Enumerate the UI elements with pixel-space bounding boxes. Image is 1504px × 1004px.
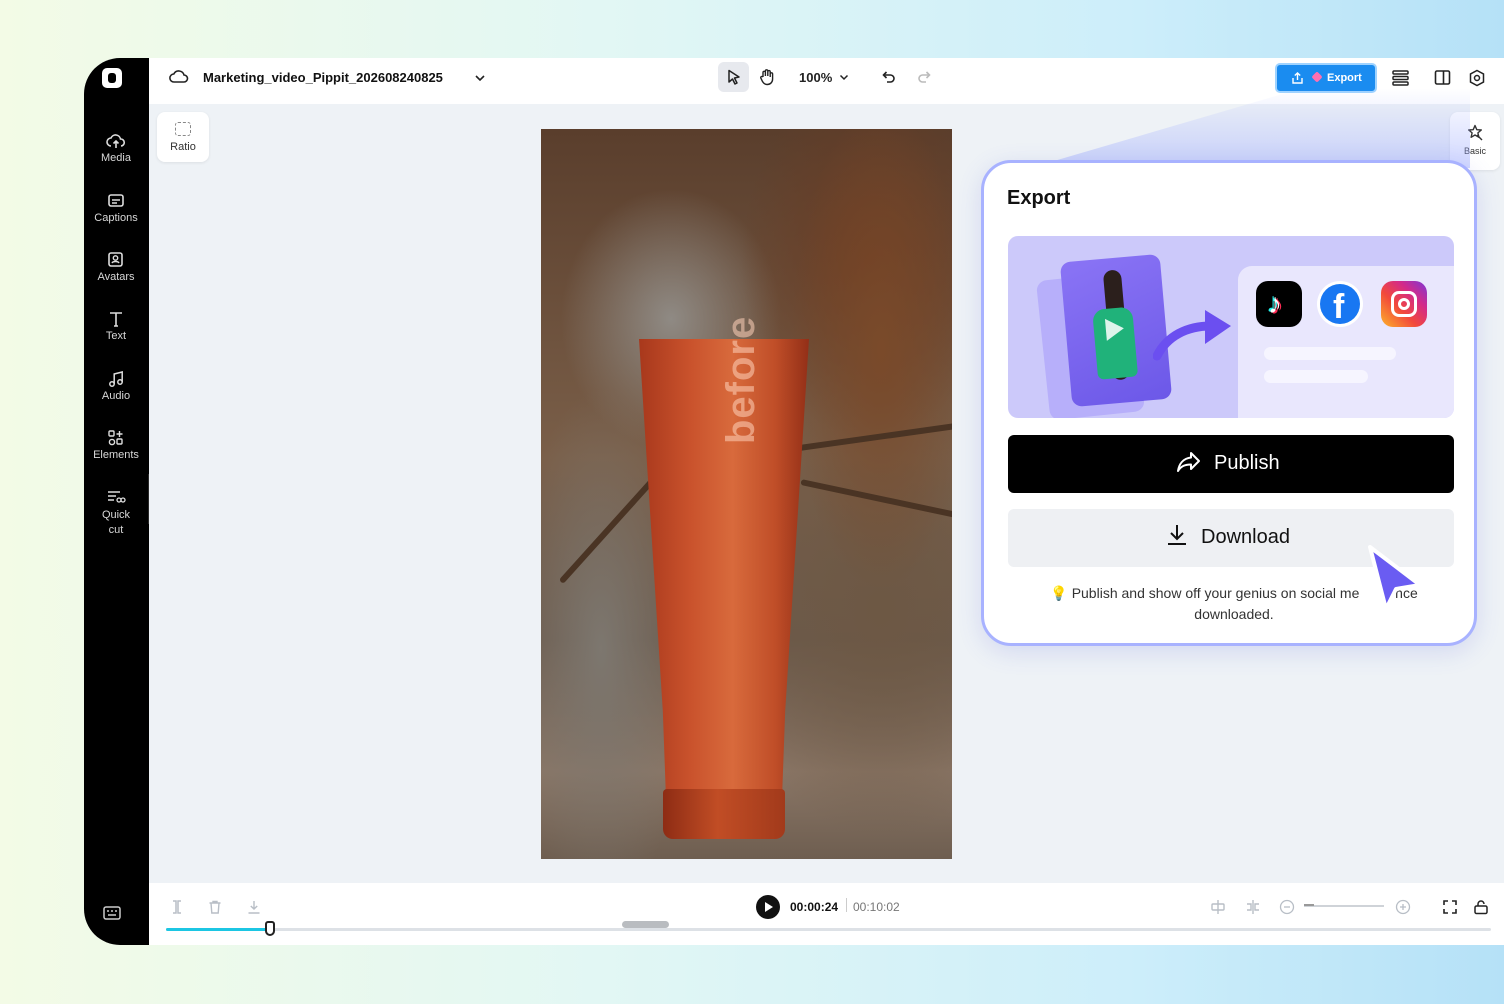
- current-time: 00:00:24: [790, 900, 839, 914]
- chevron-down-icon[interactable]: [474, 71, 486, 89]
- instagram-icon: [1381, 281, 1427, 327]
- playhead-handle[interactable]: [265, 921, 275, 936]
- playback-progress: [166, 928, 270, 931]
- play-button[interactable]: [756, 895, 780, 919]
- arrow-icon: [1153, 310, 1231, 361]
- elements-icon: [108, 430, 123, 446]
- illustration-line: [1264, 347, 1396, 360]
- zoom-out-icon[interactable]: [1279, 899, 1295, 920]
- avatar-icon: [108, 252, 123, 267]
- publish-button[interactable]: Publish: [1008, 435, 1454, 493]
- sidebar-item-label: Avatars: [97, 271, 135, 283]
- chevron-down-icon: [839, 74, 848, 81]
- split-track-icon[interactable]: [1244, 899, 1262, 920]
- download-label: Download: [1201, 526, 1290, 548]
- export-panel-title: Export: [1007, 187, 1071, 209]
- sidebar-item-label: Media: [101, 152, 131, 164]
- share-arrow-icon: [1177, 452, 1200, 472]
- sidebar-item-audio[interactable]: Audio: [88, 370, 144, 402]
- sidebar-item-avatars[interactable]: Avatars: [88, 251, 144, 283]
- hint-text-line2: downloaded.: [1194, 606, 1274, 622]
- split-view-icon[interactable]: [1434, 69, 1451, 91]
- split-clip-icon[interactable]: [169, 899, 185, 920]
- sidebar-item-label: Quick: [101, 509, 131, 521]
- delete-icon[interactable]: [207, 899, 223, 920]
- tiktok-icon: ♪: [1256, 281, 1302, 327]
- settings-icon[interactable]: [1468, 69, 1486, 92]
- music-note-icon: [109, 371, 123, 387]
- timeline-bar: 00:00:24 00:10:02: [149, 883, 1504, 945]
- sidebar-item-label: cut: [108, 524, 124, 536]
- sidebar-item-quick-cut[interactable]: Quick cut: [88, 488, 144, 538]
- captions-icon: [108, 194, 124, 207]
- keyboard-icon[interactable]: [103, 906, 121, 925]
- facebook-icon: f: [1317, 281, 1363, 327]
- product-tube-cap: [663, 789, 785, 839]
- quick-cut-icon: [108, 491, 126, 503]
- pointer-icon: [728, 69, 740, 85]
- sidebar-item-elements[interactable]: Elements: [88, 429, 144, 461]
- sidebar-item-captions[interactable]: Captions: [88, 192, 144, 224]
- export-icon: [1292, 72, 1303, 84]
- play-icon: [1104, 317, 1125, 341]
- snap-icon[interactable]: [1209, 899, 1227, 920]
- export-label: Export: [1327, 72, 1362, 84]
- ratio-icon: [175, 122, 191, 136]
- sidebar-item-label: Captions: [94, 212, 138, 224]
- illustration-line: [1264, 370, 1368, 383]
- time-divider: [846, 898, 847, 912]
- lock-icon[interactable]: [1473, 899, 1489, 920]
- cloud-sync-icon: [169, 69, 189, 90]
- app-logo[interactable]: [102, 68, 122, 88]
- sidebar-item-media[interactable]: Media: [88, 132, 144, 164]
- total-time: 00:10:02: [853, 900, 900, 914]
- tube-brand-text: before: [719, 315, 763, 444]
- premium-gem-icon: [1311, 71, 1323, 83]
- video-preview[interactable]: before: [541, 129, 952, 859]
- sidebar-item-text[interactable]: Text: [88, 310, 144, 342]
- sidebar-item-label: Text: [105, 330, 127, 342]
- redo-icon[interactable]: [917, 69, 933, 90]
- timeline-zoom-fill: [1304, 904, 1314, 906]
- sidebar-item-label: Elements: [93, 449, 139, 461]
- lightbulb-icon: 💡: [1050, 585, 1068, 601]
- zoom-value: 100%: [799, 70, 833, 85]
- hint-text: Publish and show off your genius on soci…: [1071, 585, 1360, 601]
- project-title[interactable]: Marketing_video_Pippit_202608240825: [203, 70, 443, 85]
- hand-tool-icon[interactable]: [758, 68, 776, 91]
- zoom-level[interactable]: 100%: [799, 70, 849, 85]
- cloud-upload-icon: [106, 134, 126, 148]
- timeline-resize-grip[interactable]: [622, 921, 669, 928]
- text-icon: [110, 312, 122, 327]
- ratio-button[interactable]: Ratio: [157, 112, 209, 162]
- download-icon: [1168, 525, 1186, 545]
- mouse-cursor-icon: [1368, 545, 1422, 611]
- ratio-label: Ratio: [170, 141, 196, 153]
- publish-label: Publish: [1214, 452, 1280, 474]
- fullscreen-icon[interactable]: [1442, 899, 1458, 920]
- zoom-in-icon[interactable]: [1395, 899, 1411, 920]
- playback-scrubber[interactable]: [166, 928, 1491, 931]
- undo-icon[interactable]: [880, 69, 896, 90]
- download-icon[interactable]: [246, 899, 262, 920]
- left-sidebar: Media Captions Avatars Text Audio Elemen…: [84, 58, 149, 945]
- timeline-zoom-slider[interactable]: [1304, 905, 1384, 907]
- branch-shape: [800, 479, 952, 519]
- select-tool-button[interactable]: [718, 62, 749, 92]
- export-illustration: ♪ f: [1008, 236, 1454, 418]
- sidebar-item-label: Audio: [101, 390, 131, 402]
